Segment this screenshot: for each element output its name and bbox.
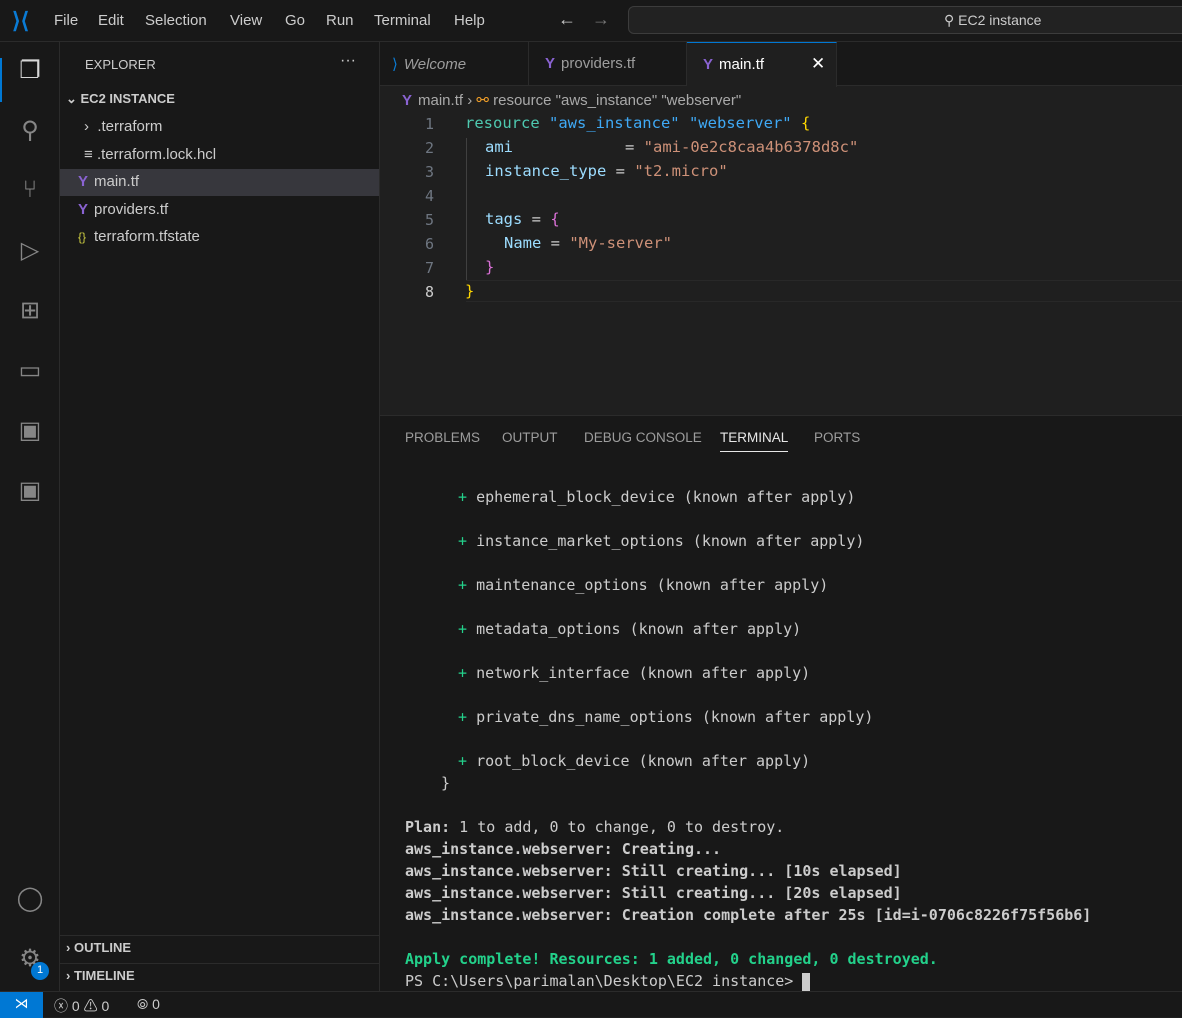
code-line: tags = { [485, 210, 560, 228]
terminal-line: + instance_market_options (known after a… [458, 532, 865, 550]
tab-ports[interactable]: PORTS [814, 430, 860, 445]
terraform-file-icon: Y [402, 92, 413, 109]
source-control-icon[interactable]: ⑂ [14, 176, 46, 208]
remote-explorer-icon[interactable]: ▭ [14, 356, 46, 388]
forward-arrow-icon[interactable]: → [592, 9, 610, 30]
code-line: Name = "My-server" [504, 234, 672, 252]
bottom-panel: PROBLEMS OUTPUT DEBUG CONSOLE TERMINAL P… [380, 415, 1182, 991]
tab-output[interactable]: OUTPUT [502, 430, 558, 445]
terminal-line: aws_instance.webserver: Still creating..… [405, 862, 902, 880]
code-line: } [485, 258, 495, 276]
terminal-prompt: PS C:\Users\parimalan\Desktop\EC2 instan… [405, 972, 811, 991]
lines-file-icon: ≡ [84, 146, 93, 163]
folder-ec2-instance[interactable]: ⌄ EC2 INSTANCE [60, 87, 379, 114]
menu-go[interactable]: Go [285, 12, 305, 29]
menu-view[interactable]: View [230, 12, 262, 29]
close-tab-icon[interactable]: ✕ [811, 54, 825, 74]
terminal-line: + network_interface (known after apply) [458, 664, 811, 682]
tree-item-lock-file[interactable]: ≡ .terraform.lock.hcl [60, 142, 379, 169]
cursor [802, 972, 811, 991]
code-line: } [465, 282, 475, 300]
menu-terminal[interactable]: Terminal [374, 12, 431, 29]
status-bar: ⋊ ⓧ 0 ⚠ 0 ⦾ 0 [0, 991, 1182, 1018]
terminal-line: aws_instance.webserver: Creation complet… [405, 906, 1092, 924]
terraform-file-icon: Y [78, 201, 89, 218]
terminal-line: Apply complete! Resources: 1 added, 0 ch… [405, 950, 938, 968]
vscode-icon: ⟩ [392, 56, 398, 73]
menu-edit[interactable]: Edit [98, 12, 124, 29]
terminal-line: + maintenance_options (known after apply… [458, 576, 829, 594]
terminal-line: aws_instance.webserver: Creating... [405, 840, 722, 858]
menu-help[interactable]: Help [454, 12, 485, 29]
outline-section[interactable]: › OUTLINE [60, 935, 379, 962]
tab-problems[interactable]: PROBLEMS [405, 430, 480, 445]
menu-bar: ⟩⟨ File Edit Selection View Go Run Termi… [0, 0, 1182, 42]
chevron-right-icon: › [84, 118, 94, 135]
tab-main-tf[interactable]: Ymain.tf ✕ [687, 42, 837, 87]
code-line: instance_type = "t2.micro" [485, 162, 728, 180]
symbol-structure-icon: ⚯ [476, 92, 489, 109]
tree-item-providers-tf[interactable]: Yproviders.tf [60, 197, 379, 224]
terraform-icon[interactable]: ▣ [14, 416, 46, 448]
back-arrow-icon[interactable]: ← [558, 9, 576, 30]
code-line: resource "aws_instance" "webserver" { [465, 114, 811, 132]
terminal-line: } [441, 774, 451, 792]
ports-status[interactable]: ⦾ 0 [137, 996, 160, 1013]
vscode-logo-icon: ⟩⟨ [12, 8, 30, 33]
search-icon: ⚲ [944, 12, 959, 28]
more-actions-icon[interactable]: ··· [340, 52, 356, 70]
problems-status[interactable]: ⓧ 0 ⚠ 0 [54, 996, 109, 1016]
terminal-line: + private_dns_name_options (known after … [458, 708, 874, 726]
tab-welcome[interactable]: ⟩ Welcome [380, 42, 529, 86]
remote-indicator-icon[interactable]: ⋊ [0, 992, 43, 1018]
code-line: ami = "ami-0e2c8caa4b6378d8c" [485, 138, 859, 156]
search-icon[interactable]: ⚲ [14, 116, 46, 148]
menu-selection[interactable]: Selection [145, 12, 207, 29]
extensions-icon[interactable]: ⊞ [14, 296, 46, 328]
command-center-search[interactable]: ⚲ EC2 instance [628, 6, 1182, 34]
activity-bar: ❐ ⚲ ⑂ ▷ ⊞ ▭ ▣ ▣ ◯ ⚙ 1 [0, 42, 60, 991]
menu-file[interactable]: File [54, 12, 78, 29]
tree-item-terraform-folder[interactable]: › .terraform [60, 114, 379, 141]
run-debug-icon[interactable]: ▷ [14, 236, 46, 268]
terraform-cloud-icon[interactable]: ▣ [14, 476, 46, 508]
terraform-file-icon: Y [78, 173, 89, 190]
menu-run[interactable]: Run [326, 12, 354, 29]
terminal-line: aws_instance.webserver: Still creating..… [405, 884, 902, 902]
editor-tabs: ⟩ Welcome Yproviders.tf Ymain.tf ✕ [380, 42, 1182, 87]
tab-providers-tf[interactable]: Yproviders.tf [529, 42, 687, 86]
terraform-file-icon: Y [703, 56, 714, 73]
explorer-icon[interactable]: ❐ [14, 56, 46, 88]
tab-debug-console[interactable]: DEBUG CONSOLE [584, 430, 702, 445]
account-icon[interactable]: ◯ [14, 884, 46, 916]
terminal-line: + ephemeral_block_device (known after ap… [458, 488, 856, 506]
tree-item-main-tf[interactable]: Ymain.tf [60, 169, 379, 196]
settings-badge: 1 [31, 962, 49, 980]
tree-item-tfstate[interactable]: {} terraform.tfstate [60, 224, 379, 251]
explorer-sidebar: EXPLORER ··· ⌄ EC2 INSTANCE › .terraform… [60, 42, 380, 991]
explorer-title: EXPLORER [85, 57, 156, 72]
breadcrumb: Ymain.tf › ⚯ resource "aws_instance" "we… [402, 92, 742, 109]
terraform-file-icon: Y [545, 55, 556, 72]
terminal-line: + root_block_device (known after apply) [458, 752, 811, 770]
timeline-section[interactable]: › TIMELINE [60, 963, 379, 990]
braces-file-icon: {} [78, 230, 87, 244]
terminal-line: Plan: 1 to add, 0 to change, 0 to destro… [405, 818, 785, 836]
tab-terminal[interactable]: TERMINAL [720, 430, 789, 452]
terminal-line: + metadata_options (known after apply) [458, 620, 802, 638]
